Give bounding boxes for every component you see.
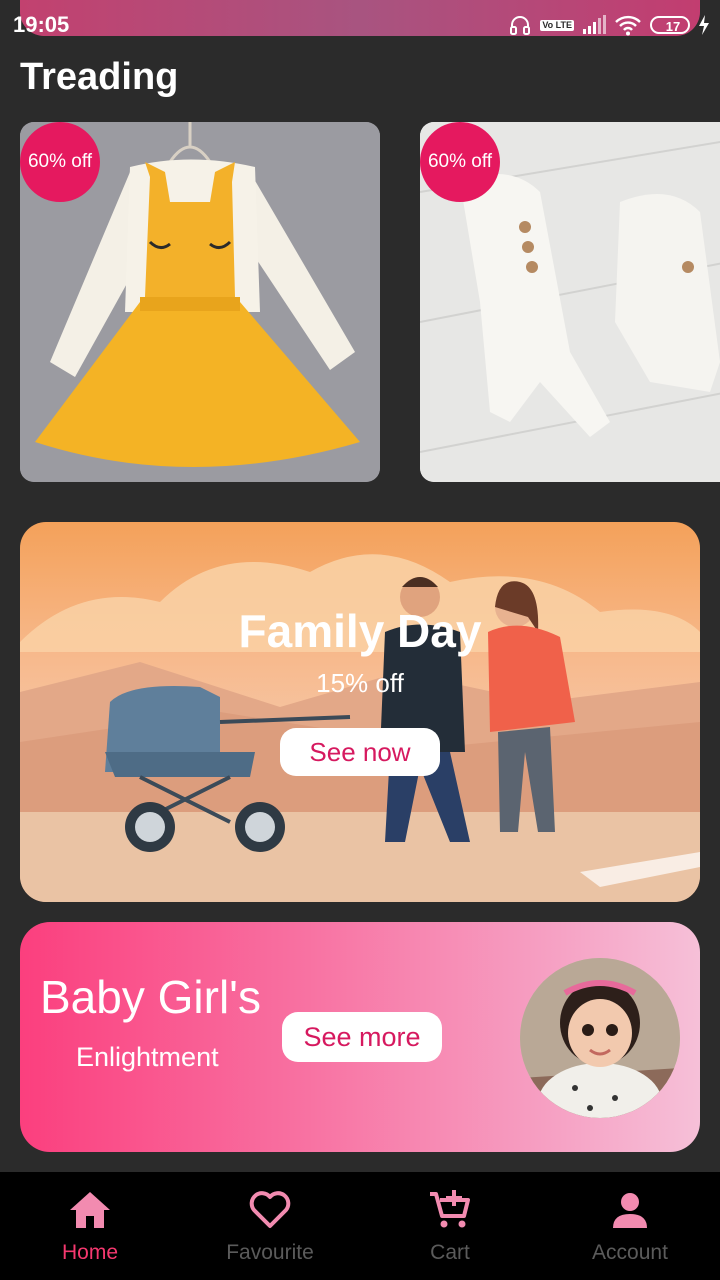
status-bar: 19:05 Vo LTE 17 — [0, 0, 720, 50]
banner-title: Baby Girl's — [40, 971, 261, 1023]
status-time: 19:05 — [13, 12, 70, 37]
trending-card[interactable]: 60% off — [20, 122, 380, 482]
nav-item-cart[interactable]: Cart — [360, 1172, 540, 1280]
nav-label: Favourite — [226, 1241, 314, 1264]
banner-subtitle: Enlightment — [76, 1042, 219, 1072]
nav-item-account[interactable]: Account — [540, 1172, 720, 1280]
nav-label: Home — [61, 1241, 119, 1264]
banner-subtitle: 15% off — [316, 668, 404, 698]
wifi-icon — [614, 14, 642, 36]
volte-icon: Vo LTE — [540, 19, 574, 31]
discount-badge: 60% off — [420, 122, 500, 202]
charging-icon — [698, 15, 710, 35]
nav-item-home[interactable]: Home — [0, 1172, 180, 1280]
home-icon — [68, 1190, 112, 1235]
bottom-nav: Home Favourite Cart Account — [0, 1172, 720, 1280]
nav-label: Cart — [430, 1241, 470, 1264]
nav-label: Account — [592, 1241, 668, 1264]
status-icons: Vo LTE 17 — [508, 12, 710, 38]
battery-icon: 17 — [650, 16, 690, 34]
signal-icon — [582, 15, 606, 35]
headphones-icon — [508, 13, 532, 37]
banner-title: Family Day — [238, 605, 482, 657]
heart-icon — [248, 1190, 292, 1235]
see-now-button[interactable]: See now — [280, 728, 440, 776]
baby-girl-avatar — [520, 958, 680, 1118]
baby-girl-image — [520, 958, 680, 1118]
nav-item-favourite[interactable]: Favourite — [180, 1172, 360, 1280]
baby-girl-banner[interactable]: Baby Girl's Enlightment See more — [20, 922, 700, 1152]
trending-card[interactable]: 60% off — [420, 122, 720, 482]
person-icon — [608, 1190, 652, 1235]
family-illustration — [20, 554, 700, 902]
discount-badge: 60% off — [20, 122, 100, 202]
trending-carousel[interactable]: 60% off 60% off — [20, 122, 720, 482]
see-more-button[interactable]: See more — [282, 1012, 442, 1062]
cart-add-icon — [428, 1190, 472, 1235]
section-title: Treading — [20, 56, 179, 98]
family-day-banner[interactable]: Family Day 15% off See now — [20, 522, 700, 902]
